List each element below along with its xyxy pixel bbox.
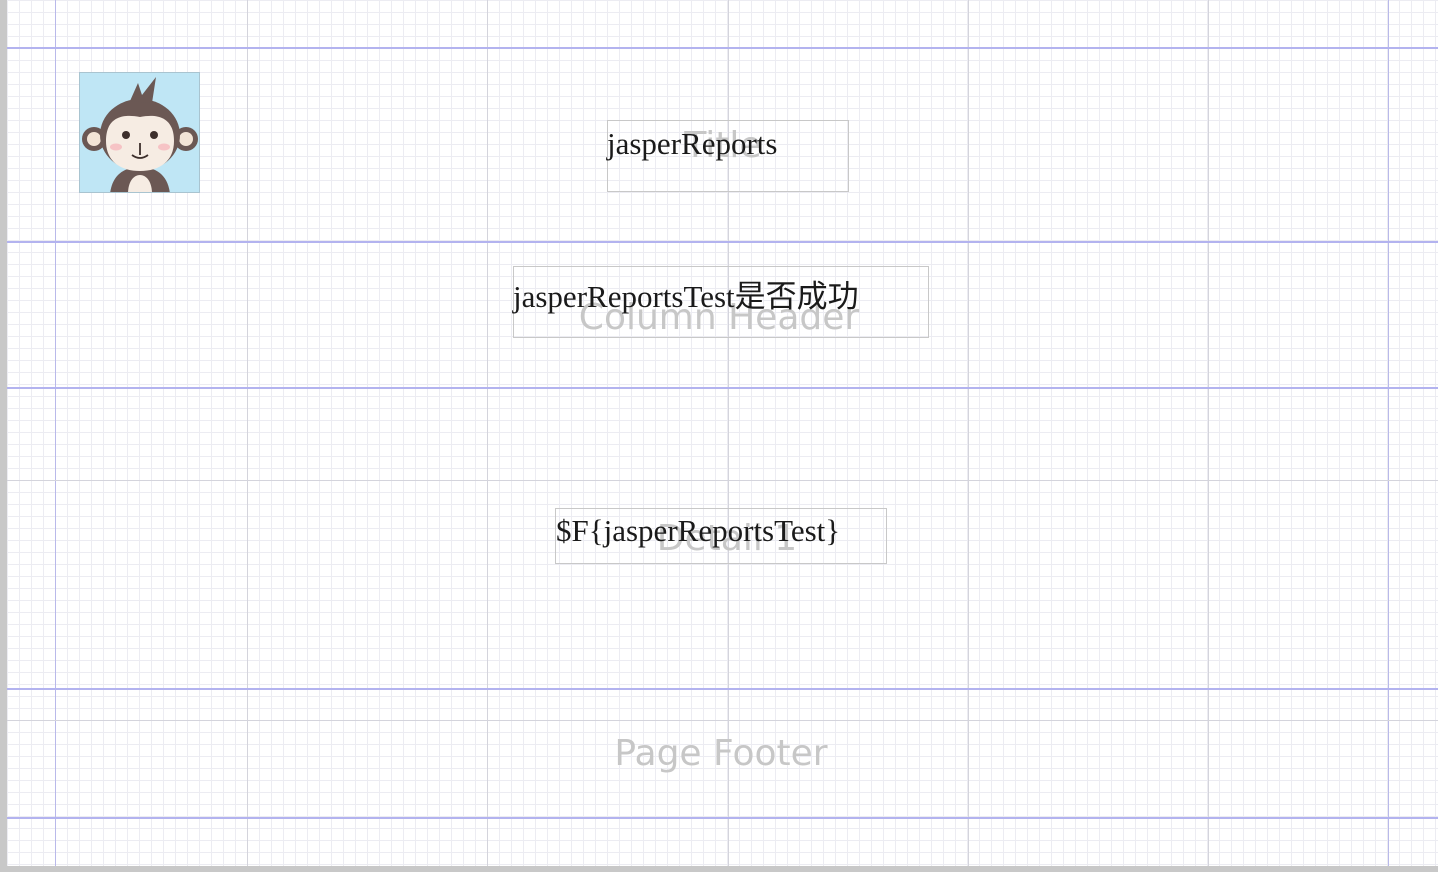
top-margin-separator[interactable] (7, 47, 1438, 49)
band-label-page-footer: Page Footer (614, 733, 828, 774)
report-designer-canvas[interactable]: Title Column Header Detail 1 Page Footer (7, 0, 1438, 866)
grid-line (247, 0, 248, 866)
column-header-band-separator[interactable] (7, 387, 1438, 389)
right-margin-line (1388, 0, 1389, 866)
grid-line (7, 480, 1438, 481)
page-footer-band-separator[interactable] (7, 817, 1438, 819)
monkey-avatar-icon[interactable] (79, 72, 200, 193)
grid-line (968, 0, 969, 866)
left-margin-line (55, 0, 56, 866)
grid-line (487, 0, 488, 866)
detail-text-field: $F{jasperReportsTest} (556, 513, 841, 548)
detail-band-separator[interactable] (7, 688, 1438, 690)
title-static-text: jasperReports (607, 126, 778, 161)
grid-line (1208, 0, 1209, 866)
title-band-separator[interactable] (7, 241, 1438, 243)
header-static-text: jasperReportsTest是否成功 (513, 279, 859, 314)
grid-line (7, 720, 1438, 721)
